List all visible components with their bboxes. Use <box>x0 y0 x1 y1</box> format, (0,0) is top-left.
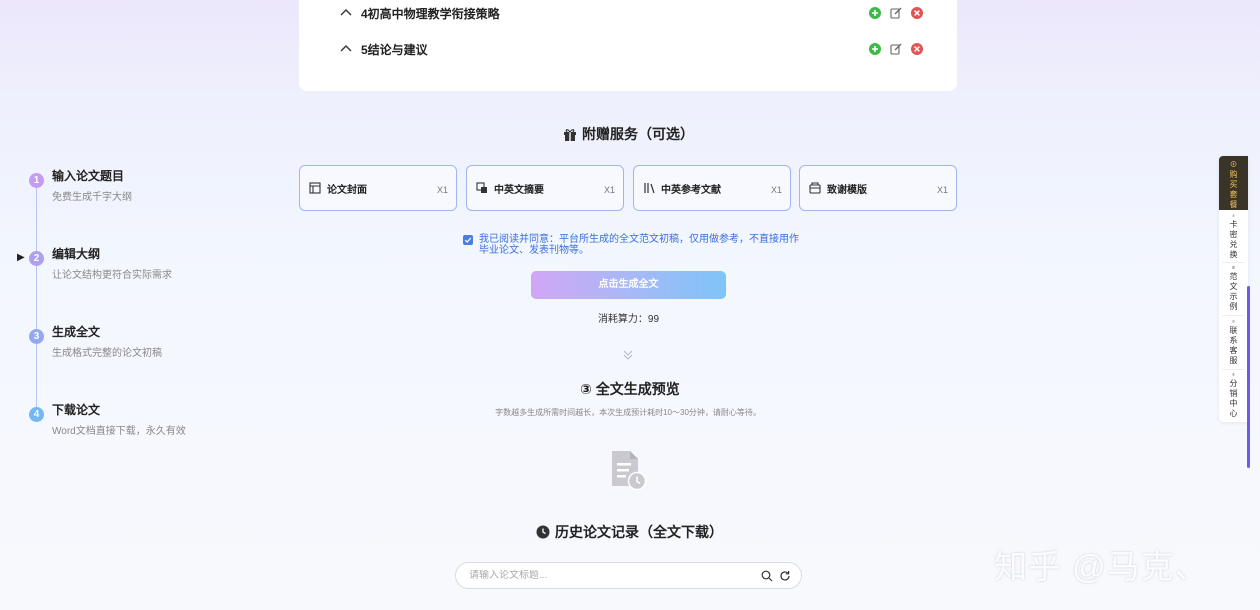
sidebar-item-label: 范文示例 <box>1229 272 1238 311</box>
money-bag-icon <box>1232 373 1235 376</box>
delete-icon[interactable] <box>910 42 924 56</box>
compute-cost: 消耗算力：99 <box>597 314 660 325</box>
abstract-icon <box>476 182 487 193</box>
outline-item-title: 5结论与建议 <box>361 42 428 57</box>
step-number: 4 <box>29 407 44 422</box>
watermark: 知乎 @马克、 <box>994 548 1209 585</box>
step-desc: 免费生成千字大纲 <box>52 192 132 203</box>
sidebar-item-label: 购买套餐 <box>1229 170 1238 209</box>
coin-icon <box>1230 161 1237 167</box>
check-icon <box>464 237 472 243</box>
steps-connector <box>36 186 37 410</box>
sidebar-item-label: 分销中心 <box>1229 379 1238 418</box>
add-icon[interactable] <box>868 42 882 56</box>
agreement: 我已阅读并同意：平台所生成的全文范文初稿，仅用做参考，不直接用作毕业论文、发表刊… <box>463 234 803 256</box>
step-desc: 让论文结构更符合实际需求 <box>52 270 172 281</box>
service-abstract[interactable]: 中英文摘要 X1 <box>466 165 624 211</box>
delete-icon[interactable] <box>910 6 924 20</box>
sidebar-item-label: 卡密兑换 <box>1229 220 1238 259</box>
agreement-checkbox[interactable] <box>463 235 473 245</box>
extras-title-text: 附赠服务（可选） <box>582 126 694 142</box>
thanks-icon <box>809 182 821 194</box>
edit-icon[interactable] <box>889 6 903 20</box>
step-title: 输入论文题目 <box>52 169 125 183</box>
history-search-input[interactable] <box>469 570 755 581</box>
service-qty: X1 <box>936 184 948 195</box>
generate-fulltext-button[interactable]: 点击生成全文 <box>531 271 726 299</box>
sidebar-item-sample[interactable]: 范文示例 <box>1219 266 1248 312</box>
sidebar-item-label: 联系客服 <box>1229 326 1238 365</box>
outline-item[interactable]: 5结论与建议 <box>339 39 924 59</box>
service-label: 论文封面 <box>327 184 367 196</box>
key-icon <box>1232 214 1235 217</box>
history-search <box>455 562 802 589</box>
agreement-text: 我已阅读并同意：平台所生成的全文范文初稿，仅用做参考，不直接用作毕业论文、发表刊… <box>479 234 799 256</box>
outline-item-title: 4初高中物理教学衔接策略 <box>361 6 500 21</box>
service-references[interactable]: 中英参考文献 X1 <box>633 165 791 211</box>
service-label: 中英文摘要 <box>494 184 544 196</box>
sidebar-item-distribution[interactable]: 分销中心 <box>1219 373 1248 419</box>
clock-icon <box>536 525 550 539</box>
step-title: 生成全文 <box>52 325 101 339</box>
sidebar-item-support[interactable]: 联系客服 <box>1219 320 1248 366</box>
service-label: 中英参考文献 <box>661 184 721 196</box>
step-desc: 生成格式完整的论文初稿 <box>52 348 162 359</box>
outline-item[interactable]: 4初高中物理教学衔接策略 <box>339 3 924 23</box>
scrollbar[interactable] <box>1247 286 1250 468</box>
service-qty: X1 <box>770 184 782 195</box>
history-title: 历史论文记录（全文下载） <box>536 522 723 542</box>
search-icon[interactable] <box>761 570 773 582</box>
right-sidebar: 购买套餐 卡密兑换 范文示例 联系客服 分销中心 <box>1219 156 1248 422</box>
cover-icon <box>309 182 321 194</box>
preview-desc: 字数越多生成所需时间越长，本次生成预计耗时10～30分钟，请耐心等待。 <box>495 408 761 417</box>
add-icon[interactable] <box>868 6 882 20</box>
current-step-arrow-icon: ▶ <box>17 252 25 263</box>
history-title-text: 历史论文记录（全文下载） <box>555 524 723 540</box>
document-icon <box>1232 266 1235 269</box>
document-clock-icon <box>612 451 647 491</box>
extras-title: 附赠服务（可选） <box>563 124 694 144</box>
step-title: 编辑大纲 <box>52 247 101 261</box>
gift-icon <box>564 128 576 141</box>
step-desc: Word文档直接下载，永久有效 <box>52 426 186 437</box>
step-number: 1 <box>29 173 44 188</box>
step-number: 2 <box>29 251 44 266</box>
sidebar-item-buy-package[interactable]: 购买套餐 <box>1219 156 1248 210</box>
refresh-icon[interactable] <box>779 570 791 582</box>
preview-title: ③ 全文生成预览 <box>580 381 680 397</box>
sidebar-item-card-redeem[interactable]: 卡密兑换 <box>1219 214 1248 260</box>
double-chevron-down-icon <box>623 350 633 360</box>
books-icon <box>644 183 655 194</box>
service-acknowledgement[interactable]: 致谢模版 X1 <box>799 165 957 211</box>
service-qty: X1 <box>603 184 615 195</box>
service-cover[interactable]: 论文封面 X1 <box>299 165 457 211</box>
edit-icon[interactable] <box>889 42 903 56</box>
chevron-up-icon[interactable] <box>339 6 353 20</box>
sidebar-divider <box>1222 315 1245 316</box>
sidebar-divider <box>1222 262 1245 263</box>
sidebar-divider <box>1222 369 1245 370</box>
step-title: 下载论文 <box>52 403 101 417</box>
service-qty: X1 <box>436 184 448 195</box>
step-number: 3 <box>29 329 44 344</box>
chevron-up-icon[interactable] <box>339 42 353 56</box>
chat-icon <box>1232 320 1235 323</box>
service-label: 致谢模版 <box>827 184 867 196</box>
